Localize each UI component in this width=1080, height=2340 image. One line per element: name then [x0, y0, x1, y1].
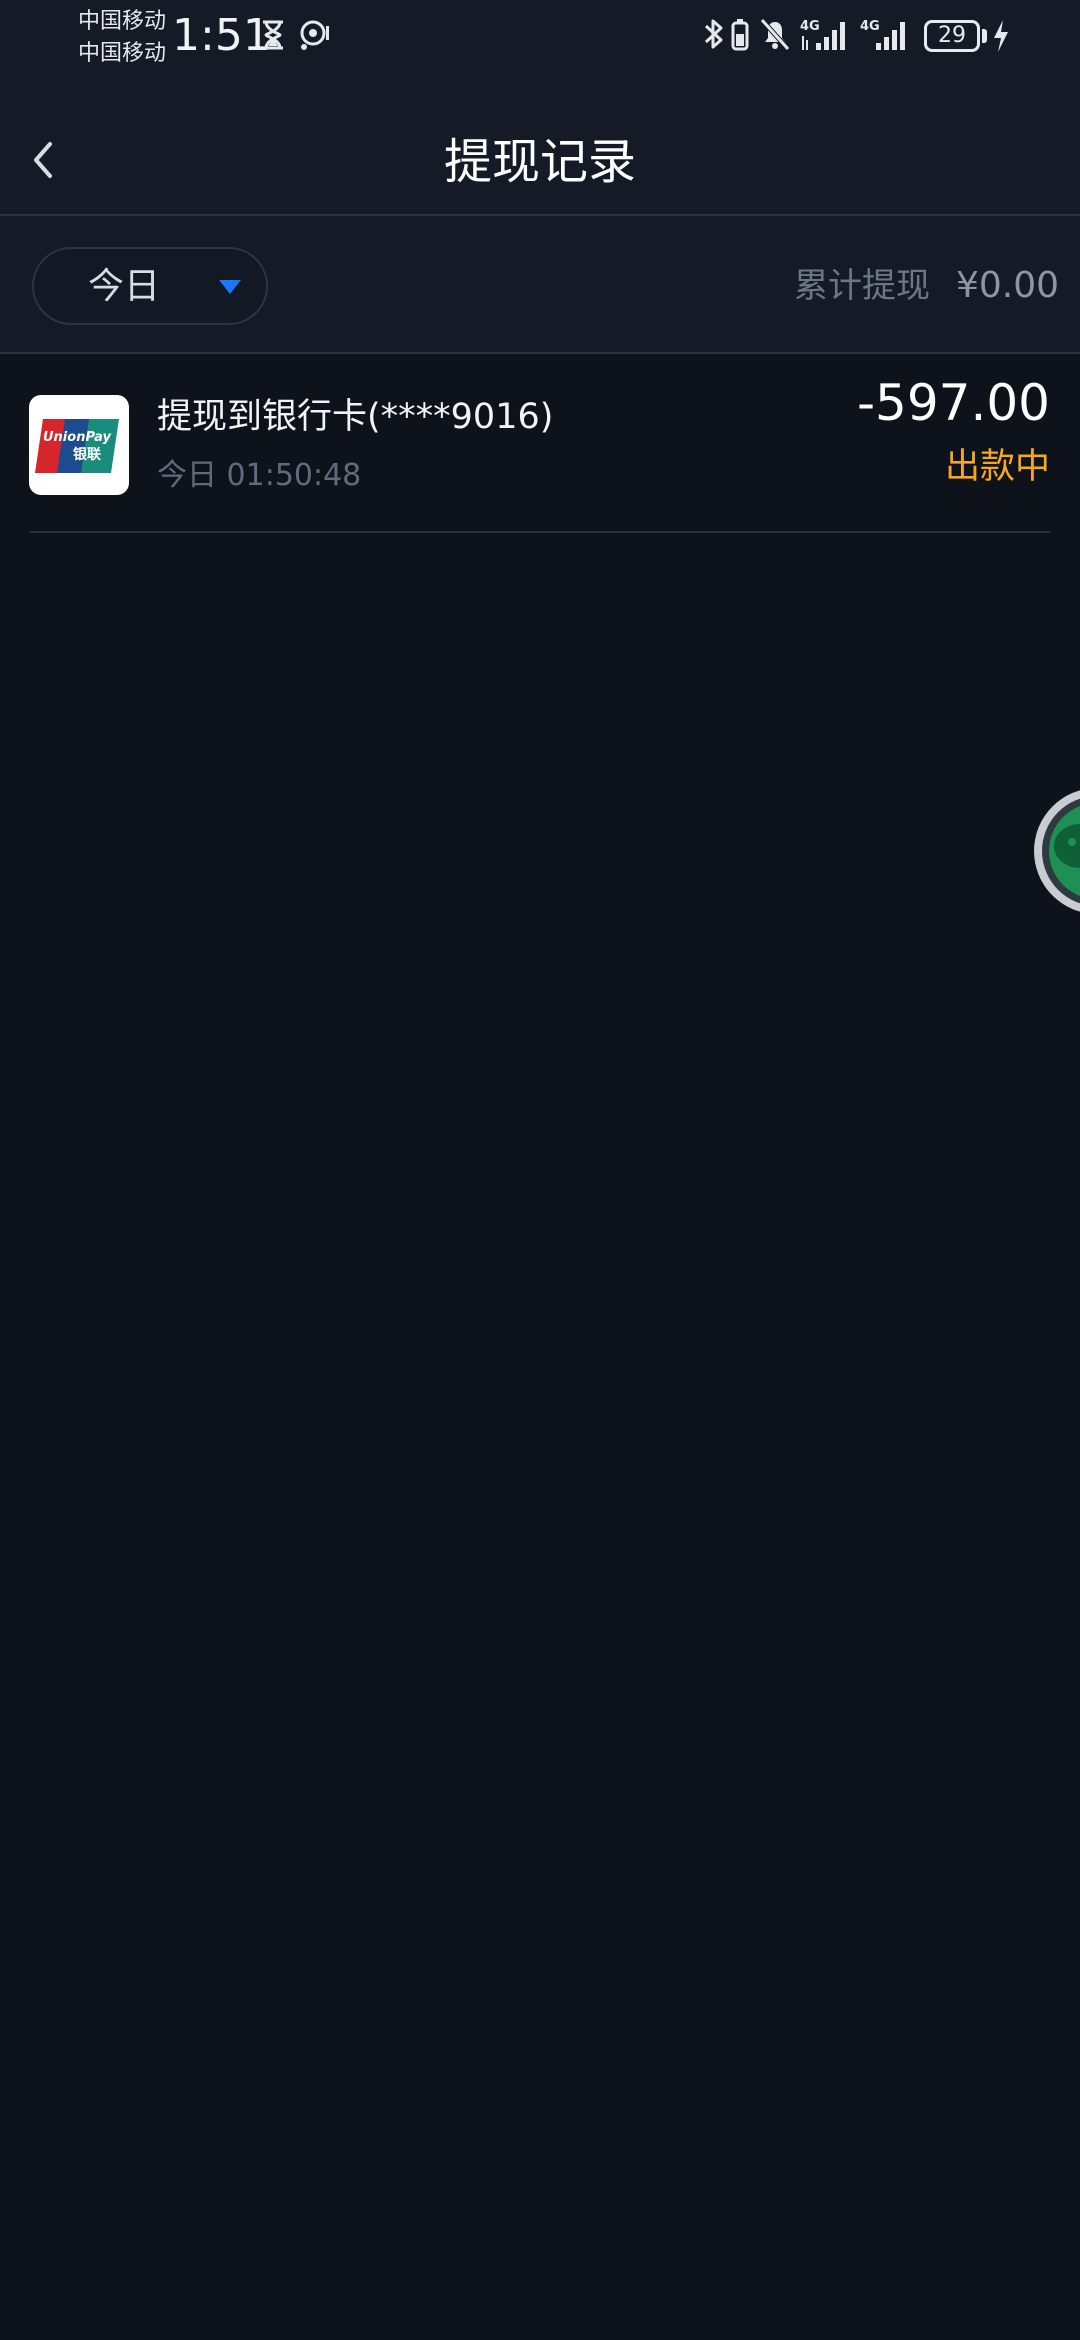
network-type-1: 4G — [800, 19, 820, 34]
charging-bolt-icon — [994, 20, 1008, 52]
record-amount: -597.00 — [857, 374, 1050, 432]
date-filter-label: 今日 — [88, 266, 161, 307]
status-time: 1:51 — [172, 10, 271, 61]
record-time: 今日 01:50:48 — [157, 458, 362, 493]
signal-icon-2: 4G — [860, 19, 905, 50]
hotspot-icon — [300, 20, 329, 50]
record-title: 提现到银行卡(****9016) — [157, 397, 554, 437]
carrier-1: 中国移动 — [78, 9, 167, 34]
chat-bubble-icon — [1034, 790, 1080, 912]
mute-bell-icon — [760, 18, 790, 51]
unionpay-logo-text: UnionPay — [43, 430, 112, 445]
battery-saver-icon — [731, 19, 749, 51]
floating-chat-button[interactable] — [1032, 786, 1080, 916]
date-filter-dropdown[interactable]: 今日 — [32, 247, 268, 325]
carrier-2: 中国移动 — [78, 41, 167, 66]
header-divider — [0, 214, 1080, 216]
unionpay-logo-icon: UnionPay 银联 — [29, 395, 129, 495]
record-divider — [30, 531, 1050, 533]
unionpay-logo-graphic: UnionPay 银联 — [35, 419, 119, 473]
status-bar: 中国移动 中国移动 1:51 4G 4G 29 — [0, 0, 1080, 70]
carrier-labels: 中国移动 中国移动 — [78, 6, 166, 70]
total-withdrawn-amount: ¥0.00 — [956, 265, 1060, 306]
bluetooth-icon — [704, 19, 723, 49]
page-title: 提现记录 — [443, 134, 636, 190]
record-status: 出款中 — [944, 447, 1050, 487]
battery-level: 29 — [924, 20, 980, 52]
network-type-2: 4G — [860, 19, 880, 34]
unionpay-logo-cn: 银联 — [73, 446, 102, 463]
hourglass-icon — [263, 20, 283, 50]
caret-down-icon — [219, 280, 241, 294]
total-withdrawn-label: 累计提现 — [794, 266, 930, 306]
signal-icon-1: 4G — [800, 19, 845, 50]
withdrawal-record[interactable]: UnionPay 银联 提现到银行卡(****9016) 今日 01:50:48… — [0, 354, 1080, 534]
battery-nub — [982, 29, 987, 43]
